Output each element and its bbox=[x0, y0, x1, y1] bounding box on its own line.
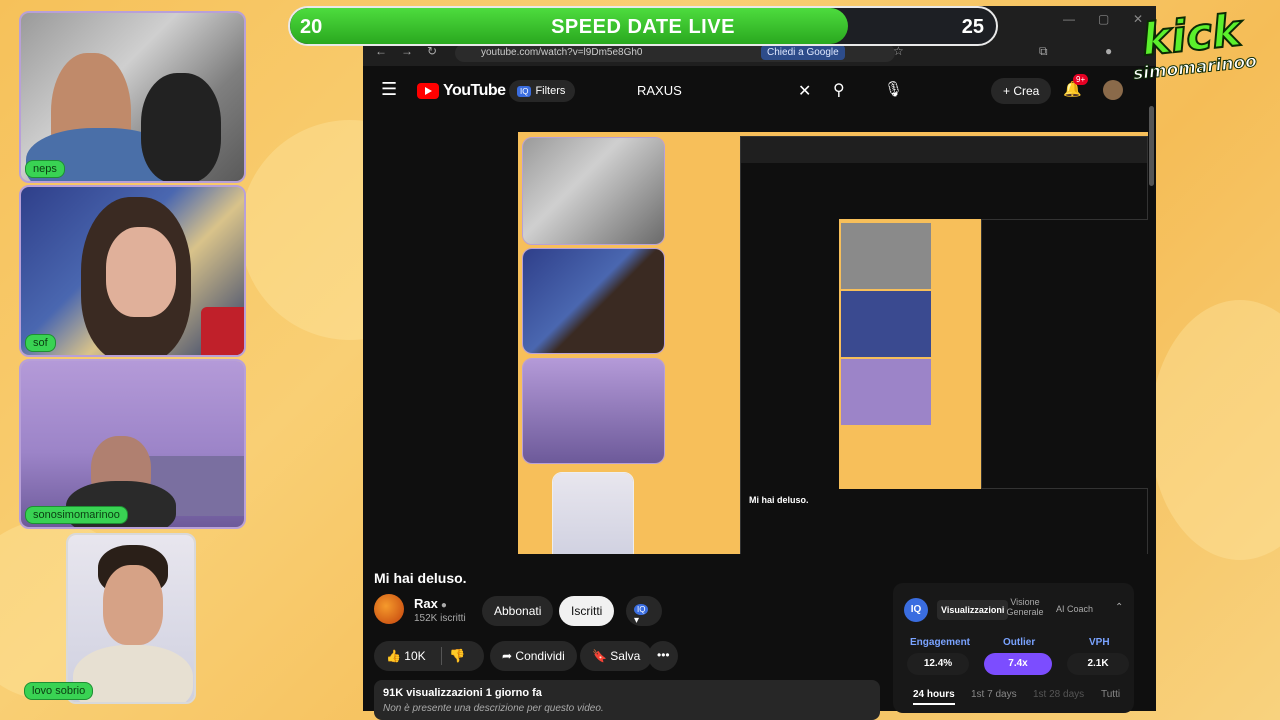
cam-tag-neps: neps bbox=[25, 160, 65, 178]
webcam-lovo-sobrio: lovo sobrio bbox=[66, 533, 196, 704]
range-7-days[interactable]: 1st 7 days bbox=[971, 689, 1017, 700]
range-28-days[interactable]: 1st 28 days bbox=[1033, 689, 1084, 700]
webcam-neps: neps bbox=[19, 11, 246, 183]
video-thumb-cam-4 bbox=[552, 472, 634, 554]
video-thumb-cam-1 bbox=[522, 137, 665, 245]
browser-window: — ▢ ✕ ← → ↻ youtube.com/watch?v=l9Dm5e8G… bbox=[363, 6, 1156, 720]
engagement-value: 12.4% bbox=[907, 653, 969, 675]
engagement-label: Engagement bbox=[910, 637, 971, 648]
cam-tag-lovo-sobrio-outer: lovo sobrio bbox=[24, 682, 94, 700]
youtube-logo-text: YouTube bbox=[443, 82, 506, 99]
kick-logo: kick simomarinoo bbox=[1120, 4, 1269, 111]
channel-name-text: Rax bbox=[414, 596, 438, 611]
vidiq-logo: IQ bbox=[904, 598, 928, 622]
video-player[interactable]: Mi hai deluso. bbox=[518, 132, 1148, 554]
speed-date-timer-bar: 20 SPEED DATE LIVE 25 bbox=[288, 6, 998, 46]
extension-dropdown-button[interactable]: IQ ▾ bbox=[626, 596, 662, 626]
youtube-header: ☰ YouTube IQ Filters RAXUS ✕ ⚲ 🎙 + Crea 🔔… bbox=[363, 68, 1156, 114]
tab-views[interactable]: Visualizzazioni bbox=[937, 600, 1009, 620]
thumbs-down-icon[interactable]: 👎 bbox=[449, 648, 465, 664]
maximize-icon[interactable]: ▢ bbox=[1098, 12, 1109, 26]
speed-date-title: SPEED DATE LIVE bbox=[551, 16, 735, 38]
menu-icon[interactable]: ☰ bbox=[381, 79, 397, 100]
chair-shape bbox=[201, 307, 244, 355]
webcam-sonosimomarinoo: sonosimomarinoo bbox=[19, 359, 246, 529]
nested-browser-frame: Mi hai deluso. bbox=[740, 136, 1148, 554]
filters-label: Filters bbox=[535, 85, 566, 97]
join-button[interactable]: Abbonati bbox=[482, 596, 554, 626]
channel-name[interactable]: Rax ● bbox=[414, 596, 447, 611]
vidiq-stats-panel: IQ Visualizzazioni Visione Generale AI C… bbox=[893, 583, 1134, 713]
microphone-icon[interactable]: 🎙 bbox=[884, 80, 903, 98]
video-thumb-cam-2 bbox=[522, 248, 665, 354]
iq-icon: IQ bbox=[634, 604, 649, 615]
search-input[interactable]: RAXUS bbox=[625, 76, 825, 106]
face-shape bbox=[106, 227, 176, 317]
back-icon[interactable]: ← bbox=[375, 44, 387, 58]
create-button[interactable]: + Crea bbox=[991, 78, 1052, 104]
youtube-play-icon bbox=[417, 83, 439, 99]
filters-button[interactable]: IQ Filters bbox=[509, 80, 576, 102]
collapse-icon[interactable]: ⌃ bbox=[1115, 602, 1123, 613]
description-text: Non è presente una descrizione per quest… bbox=[383, 703, 604, 714]
vph-value: 2.1K bbox=[1067, 653, 1129, 675]
like-count: 10K bbox=[404, 649, 426, 663]
scrollbar[interactable] bbox=[1149, 106, 1154, 186]
save-button[interactable]: 🔖 Salva bbox=[580, 641, 653, 671]
minimize-icon[interactable]: — bbox=[1063, 12, 1075, 26]
video-stats: 91K visualizzazioni 1 giorno fa bbox=[383, 687, 542, 699]
divider bbox=[441, 647, 442, 665]
video-thumb-cam-3 bbox=[522, 358, 665, 464]
clear-search-icon[interactable]: ✕ bbox=[798, 81, 811, 101]
range-24-hours[interactable]: 24 hours bbox=[913, 689, 955, 705]
timer-total: 25 bbox=[961, 16, 984, 38]
search-query: RAXUS bbox=[637, 83, 682, 98]
url-text: youtube.com/watch?v=l9Dm5e8Gh0 bbox=[481, 47, 643, 58]
bookmark-icon: 🔖 bbox=[592, 649, 607, 663]
description-box[interactable]: 91K visualizzazioni 1 giorno fa Non è pr… bbox=[374, 680, 880, 720]
more-options-icon[interactable]: ••• bbox=[648, 641, 678, 671]
share-label: Condividi bbox=[515, 649, 565, 663]
bookmark-star-icon[interactable]: ☆ bbox=[893, 44, 904, 58]
subscribed-button[interactable]: Iscritti bbox=[559, 596, 615, 626]
youtube-logo[interactable]: YouTube bbox=[417, 81, 506, 101]
nested-video-title: Mi hai deluso. bbox=[749, 495, 809, 505]
forward-icon[interactable]: → bbox=[401, 44, 413, 58]
outlier-value: 7.4x bbox=[984, 653, 1052, 675]
video-title: Mi hai deluso. bbox=[374, 570, 467, 586]
share-button[interactable]: ➦ Condividi bbox=[490, 641, 577, 671]
notification-badge: 9+ bbox=[1073, 74, 1089, 85]
like-button[interactable]: 👍 10K bbox=[374, 641, 484, 671]
chiedi-a-google-button[interactable]: Chiedi a Google bbox=[761, 45, 845, 60]
channel-avatar[interactable] bbox=[374, 594, 404, 624]
extensions-icon[interactable]: ⧉ bbox=[1039, 44, 1048, 59]
avatar[interactable] bbox=[1103, 80, 1123, 100]
range-all[interactable]: Tutti bbox=[1101, 689, 1120, 700]
share-icon: ➦ bbox=[502, 649, 513, 663]
bg-blob bbox=[1150, 300, 1280, 560]
tab-ai-coach[interactable]: AI Coach bbox=[1056, 604, 1093, 614]
cam-tag-sonosimomarinoo: sonosimomarinoo bbox=[25, 506, 128, 524]
face-shape bbox=[103, 565, 163, 645]
create-label: Crea bbox=[1013, 84, 1040, 98]
iq-icon: IQ bbox=[517, 86, 532, 97]
webcam-sof: sof bbox=[19, 185, 246, 357]
search-icon[interactable]: ⚲ bbox=[833, 80, 845, 100]
save-label: Salva bbox=[610, 649, 641, 663]
tab-overview[interactable]: Visione Generale bbox=[1001, 597, 1049, 617]
reload-icon[interactable]: ↻ bbox=[427, 44, 437, 58]
vph-label: VPH bbox=[1089, 637, 1110, 648]
profile-icon[interactable]: ● bbox=[1105, 44, 1112, 58]
chair-shape bbox=[141, 73, 221, 181]
cam-tag-sof: sof bbox=[25, 334, 56, 352]
channel-subscribers: 152K iscritti bbox=[414, 613, 466, 624]
outlier-label: Outlier bbox=[1003, 637, 1036, 648]
verified-icon: ● bbox=[440, 600, 447, 611]
thumbs-up-icon: 👍 bbox=[386, 649, 401, 663]
